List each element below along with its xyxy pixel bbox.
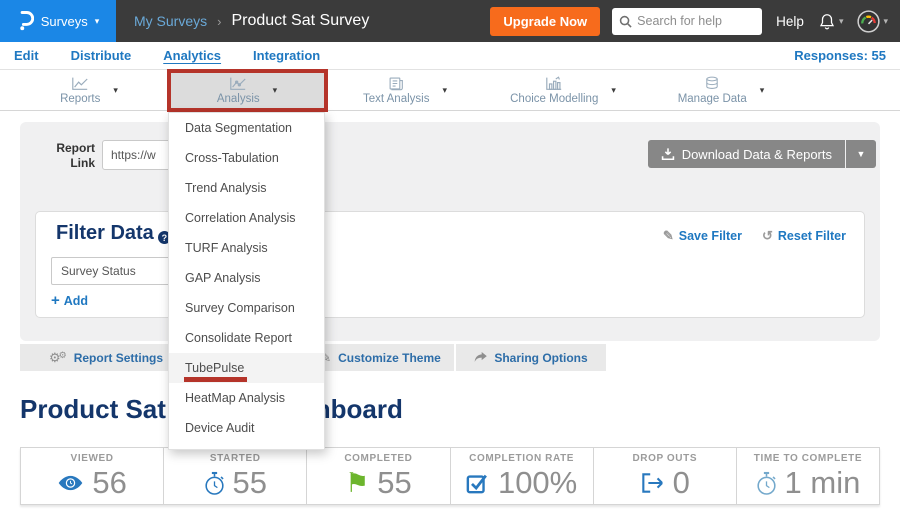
notifications-menu[interactable]: ▾ — [818, 12, 844, 31]
menu-item-data-segmentation[interactable]: Data Segmentation — [169, 113, 324, 143]
nav-edit[interactable]: Edit — [14, 48, 39, 63]
flag-icon: ⚑ — [345, 470, 369, 497]
account-menu[interactable]: ▾ — [857, 10, 888, 33]
filter-data-panel: Filter Data ? ✎ Save Filter ↺ Reset Filt… — [35, 211, 865, 318]
menu-item-trend-analysis[interactable]: Trend Analysis — [169, 173, 324, 203]
tab-sharing-options[interactable]: Sharing Options — [456, 344, 606, 371]
questionpro-logo-icon — [17, 9, 34, 33]
nav-distribute[interactable]: Distribute — [71, 48, 132, 63]
toolbar-text-analysis[interactable]: Text Analysis ▾ — [326, 70, 484, 110]
toolbar-choice-modelling[interactable]: Choice Modelling ▾ — [484, 70, 642, 110]
help-link[interactable]: Help — [776, 14, 804, 29]
chevron-down-icon[interactable]: ▾ — [442, 86, 447, 95]
nav-integration[interactable]: Integration — [253, 48, 320, 63]
menu-item-tubepulse[interactable]: TubePulse — [169, 353, 324, 383]
chevron-down-icon: ▾ — [883, 17, 888, 26]
stat-started: STARTED 55 — [163, 448, 306, 504]
breadcrumb: My Surveys › Product Sat Survey — [134, 12, 369, 30]
eye-icon — [57, 474, 84, 492]
app-switcher[interactable]: Surveys ▾ — [0, 0, 116, 42]
stat-completion-rate: COMPLETION RATE 100% — [450, 448, 593, 504]
survey-nav: Edit Distribute Analytics Integration Re… — [0, 42, 900, 70]
report-link-label: Report Link — [43, 141, 95, 171]
toolbar-label: Text Analysis — [363, 93, 429, 105]
tab-report-settings[interactable]: ⚙⚙ Report Settings — [20, 344, 192, 371]
download-options-caret[interactable]: ▼ — [846, 140, 876, 168]
analysis-dropdown-menu: Data Segmentation Cross-Tabulation Trend… — [168, 112, 325, 450]
breadcrumb-separator: › — [217, 14, 221, 29]
search-icon — [619, 15, 632, 28]
help-search-box[interactable] — [612, 8, 762, 35]
checkbox-icon — [466, 471, 490, 495]
menu-item-device-audit[interactable]: Device Audit — [169, 413, 324, 443]
menu-item-correlation-analysis[interactable]: Correlation Analysis — [169, 203, 324, 233]
nav-analytics[interactable]: Analytics — [163, 48, 221, 63]
download-data-reports-button[interactable]: Download Data & Reports — [648, 140, 845, 168]
edit-pencil-icon: ✎ — [663, 228, 674, 244]
upgrade-now-button[interactable]: Upgrade Now — [490, 7, 600, 36]
gears-icon: ⚙⚙ — [49, 351, 67, 364]
app-menu-label: Surveys — [41, 14, 88, 29]
search-input[interactable] — [637, 14, 747, 28]
analytics-toolbar: Reports ▾ Analysis ▾ — [0, 70, 900, 111]
download-split-button: Download Data & Reports ▼ — [648, 140, 876, 168]
menu-item-gap-analysis[interactable]: GAP Analysis — [169, 263, 324, 293]
stat-completed: COMPLETED ⚑ 55 — [306, 448, 449, 504]
breadcrumb-my-surveys[interactable]: My Surveys — [134, 13, 207, 29]
download-icon — [661, 147, 675, 161]
stat-time-to-complete: TIME TO COMPLETE 1 min — [736, 448, 879, 504]
menu-item-survey-comparison[interactable]: Survey Comparison — [169, 293, 324, 323]
add-filter-link[interactable]: + Add — [51, 292, 88, 309]
stat-viewed: VIEWED 56 — [21, 448, 163, 504]
chevron-down-icon[interactable]: ▾ — [113, 86, 118, 95]
document-icon — [388, 76, 404, 91]
reset-filter-link[interactable]: ↺ Reset Filter — [762, 228, 846, 244]
database-icon — [704, 75, 720, 91]
responses-count[interactable]: Responses: 55 — [794, 48, 886, 63]
bell-icon — [818, 12, 836, 31]
menu-item-heatmap-analysis[interactable]: HeatMap Analysis — [169, 383, 324, 413]
breadcrumb-current-survey: Product Sat Survey — [231, 12, 369, 30]
tab-customize-theme[interactable]: ✎ Customize Theme — [307, 344, 454, 371]
toolbar-manage-data[interactable]: Manage Data ▾ — [642, 70, 800, 110]
filter-data-title: Filter Data — [56, 222, 154, 245]
main-content: Report Link Download Data & Reports ▼ Fi… — [0, 111, 900, 516]
toolbar-label: Reports — [60, 93, 100, 105]
chevron-down-icon: ▾ — [839, 17, 844, 26]
toolbar-label: Manage Data — [678, 93, 747, 105]
plus-icon: + — [51, 292, 60, 309]
menu-item-turf-analysis[interactable]: TURF Analysis — [169, 233, 324, 263]
timer-icon — [756, 471, 777, 496]
chevron-down-icon: ▾ — [95, 17, 100, 26]
toolbar-analysis[interactable]: Analysis ▾ — [168, 70, 326, 110]
save-filter-link[interactable]: ✎ Save Filter — [663, 228, 742, 244]
reset-icon: ↺ — [762, 228, 773, 244]
stat-drop-outs: DROP OUTS 0 — [593, 448, 736, 504]
share-arrow-icon — [474, 352, 487, 363]
line-chart-icon — [71, 76, 89, 91]
stopwatch-icon — [204, 471, 225, 496]
stats-row: VIEWED 56 STARTED — [20, 447, 880, 505]
toolbar-label: Analysis — [217, 93, 260, 105]
exit-icon — [640, 472, 665, 494]
chevron-down-icon[interactable]: ▾ — [760, 86, 765, 95]
toolbar-reports[interactable]: Reports ▾ — [10, 70, 168, 110]
analysis-chart-icon — [229, 76, 247, 91]
chevron-down-icon[interactable]: ▾ — [611, 86, 616, 95]
annotation-underline — [184, 377, 247, 382]
bar-chart-icon — [545, 76, 563, 91]
chevron-down-icon[interactable]: ▾ — [273, 86, 278, 95]
toolbar-label: Choice Modelling — [510, 93, 598, 105]
menu-item-consolidate-report[interactable]: Consolidate Report — [169, 323, 324, 353]
avatar-gauge-icon — [857, 10, 880, 33]
menu-item-cross-tabulation[interactable]: Cross-Tabulation — [169, 143, 324, 173]
top-bar: Surveys ▾ My Surveys › Product Sat Surve… — [0, 0, 900, 42]
